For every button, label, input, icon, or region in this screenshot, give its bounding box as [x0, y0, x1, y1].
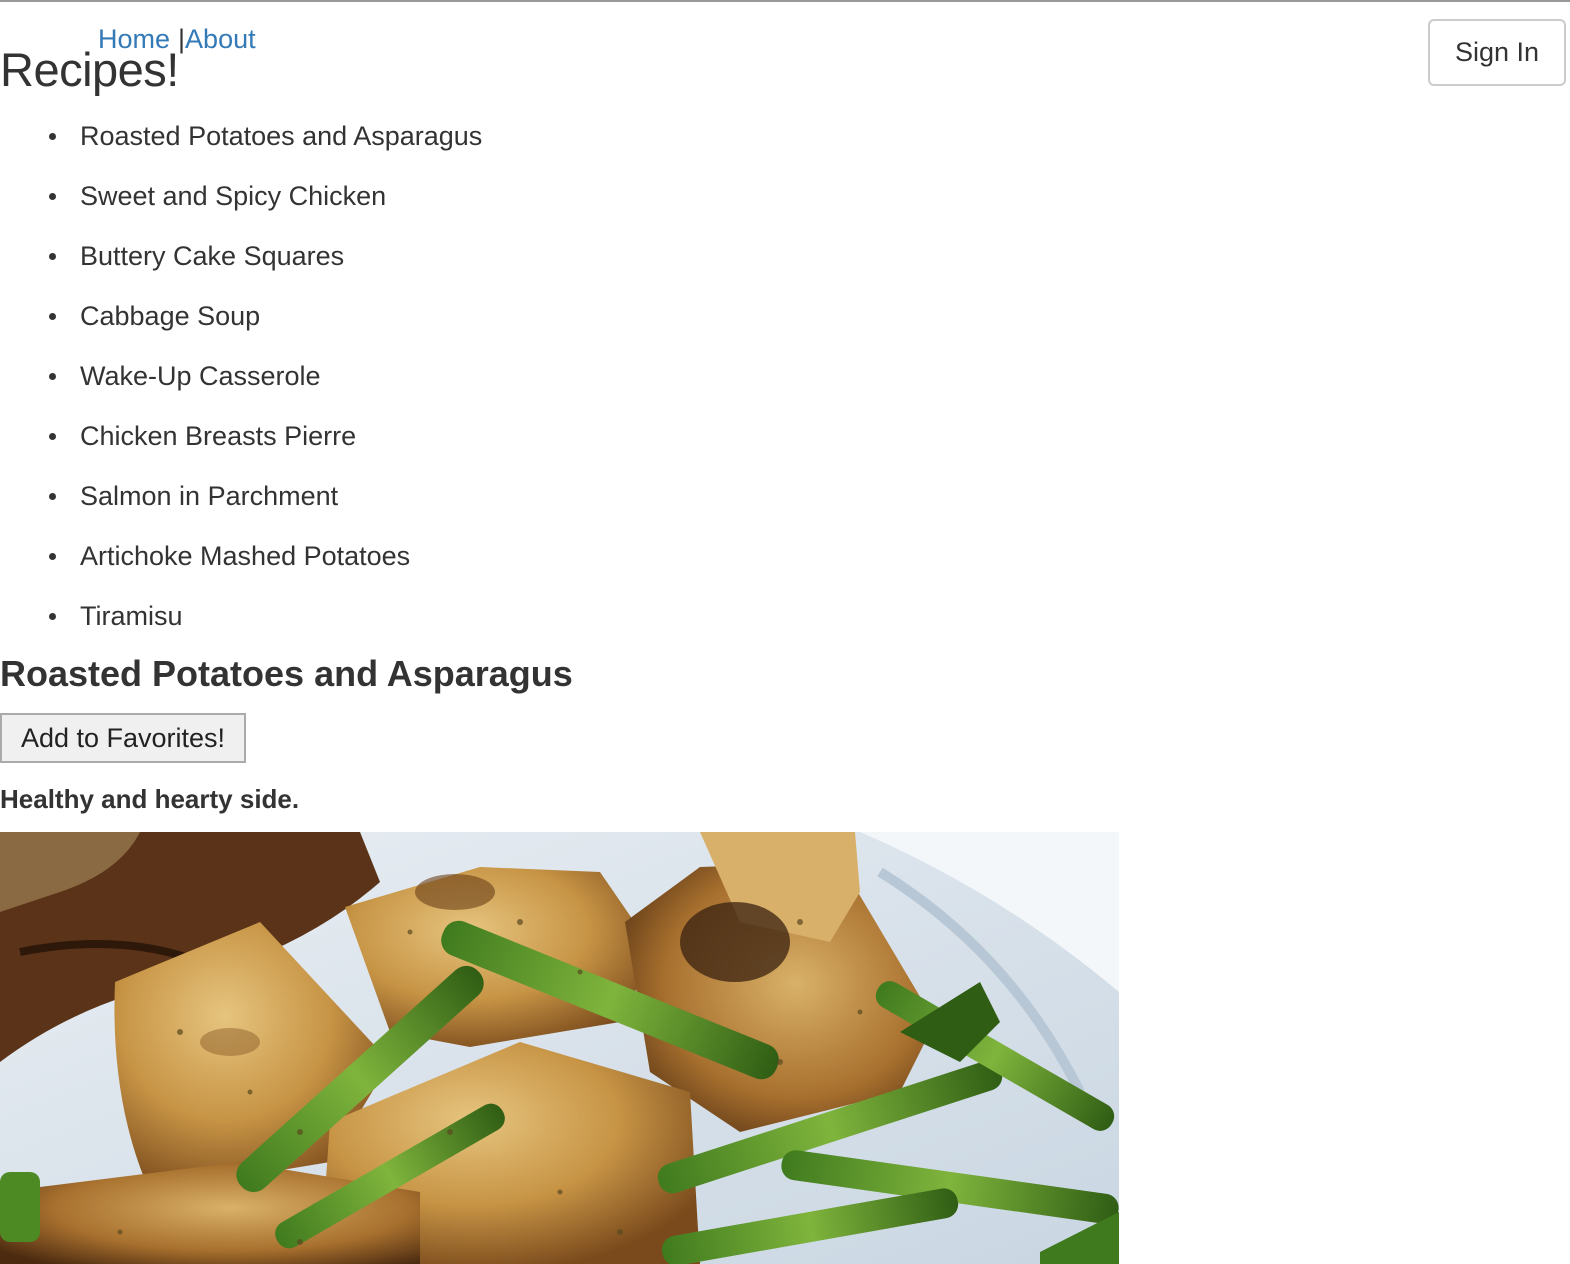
bullet-icon — [49, 613, 56, 620]
recipe-list-item[interactable]: Artichoke Mashed Potatoes — [0, 526, 482, 586]
bullet-icon — [49, 373, 56, 380]
recipe-name: Sweet and Spicy Chicken — [80, 181, 387, 211]
recipe-list-item[interactable]: Cabbage Soup — [0, 286, 482, 346]
bullet-icon — [49, 133, 56, 140]
recipe-name: Wake-Up Casserole — [80, 361, 321, 391]
nav-link-about[interactable]: About — [185, 24, 256, 54]
recipe-list-item[interactable]: Salmon in Parchment — [0, 466, 482, 526]
recipe-name: Salmon in Parchment — [80, 481, 339, 511]
bullet-icon — [49, 433, 56, 440]
nav-separator: | — [178, 24, 186, 54]
recipe-name: Cabbage Soup — [80, 301, 261, 331]
recipe-name: Buttery Cake Squares — [80, 241, 345, 271]
bullet-icon — [49, 493, 56, 500]
recipe-name: Artichoke Mashed Potatoes — [80, 541, 411, 571]
bullet-icon — [49, 253, 56, 260]
recipe-list-item[interactable]: Roasted Potatoes and Asparagus — [0, 106, 482, 166]
recipe-list-item[interactable]: Tiramisu — [0, 586, 482, 646]
recipe-name: Tiramisu — [80, 601, 183, 631]
bullet-icon — [49, 313, 56, 320]
recipe-list-item[interactable]: Chicken Breasts Pierre — [0, 406, 482, 466]
recipe-name: Chicken Breasts Pierre — [80, 421, 357, 451]
recipe-photo — [0, 832, 1119, 1264]
bullet-icon — [49, 553, 56, 560]
recipe-name: Roasted Potatoes and Asparagus — [80, 121, 483, 151]
add-to-favorites-button[interactable]: Add to Favorites! — [0, 713, 246, 763]
page-title: Recipes! — [0, 43, 179, 96]
recipe-list-item[interactable]: Wake-Up Casserole — [0, 346, 482, 406]
recipe-list-item[interactable]: Buttery Cake Squares — [0, 226, 482, 286]
recipe-list-item[interactable]: Sweet and Spicy Chicken — [0, 166, 482, 226]
bullet-icon — [49, 193, 56, 200]
recipe-list: Roasted Potatoes and Asparagus Sweet and… — [0, 106, 482, 646]
sign-in-button[interactable]: Sign In — [1428, 19, 1566, 86]
recipe-title: Roasted Potatoes and Asparagus — [0, 653, 573, 694]
recipe-description: Healthy and hearty side. — [0, 784, 300, 814]
